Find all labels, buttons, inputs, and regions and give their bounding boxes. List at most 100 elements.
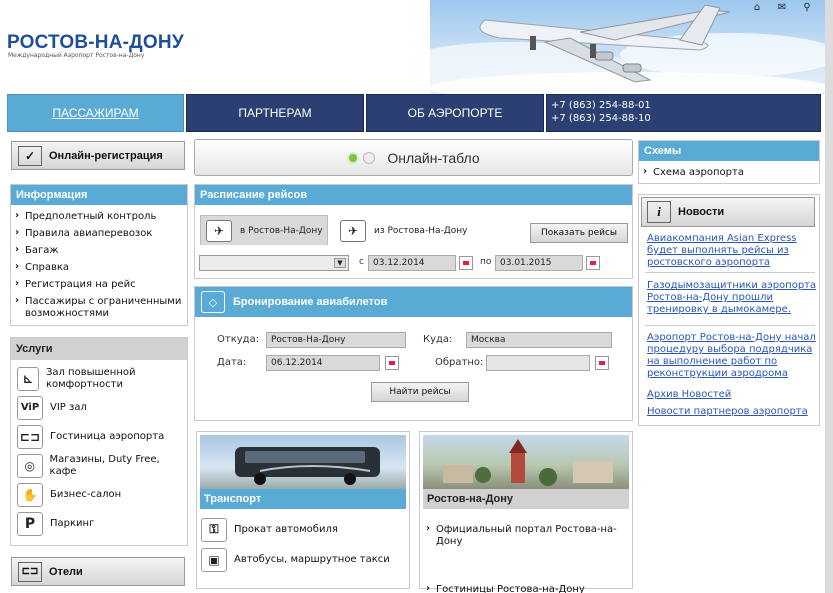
- schemes-title: Схемы: [639, 141, 819, 161]
- chevron-down-icon: ▼: [334, 258, 346, 268]
- transport-item-label: Автобусы, маршрутное такси: [234, 553, 390, 565]
- schedule-title: Расписание рейсов: [195, 185, 632, 205]
- service-parking[interactable]: P Паркинг: [11, 509, 187, 538]
- service-hotel[interactable]: ⊏⊐ Гостиница аэропорта: [11, 422, 187, 451]
- service-label: VIP зал: [50, 401, 87, 413]
- tab-departures-label: из Ростова-На-Дону: [374, 226, 468, 236]
- date-from-prefix: с: [359, 257, 364, 267]
- bus-icon: ▣: [201, 547, 227, 572]
- header-banner: [430, 0, 825, 94]
- return-input[interactable]: [486, 355, 590, 371]
- mail-icon[interactable]: ✉: [775, 2, 789, 14]
- divider: [645, 272, 815, 273]
- nav-partners[interactable]: ПАРТНЕРАМ: [186, 94, 364, 132]
- date-from-input[interactable]: 03.12.2014: [368, 255, 456, 271]
- city-title: Ростов-на-Дону: [423, 489, 629, 509]
- contact-phones: +7 (863) 254-88-01 +7 (863) 254-88-10: [546, 94, 821, 132]
- tab-arrivals[interactable]: ✈ в Ростов-На-Дону: [200, 215, 328, 245]
- city-link-hotels[interactable]: Гостиницы Ростова-на-Дону: [422, 583, 634, 593]
- date-to-prefix: по: [480, 257, 492, 267]
- logo-title[interactable]: РОСТОВ-НА-ДОНУ: [7, 32, 184, 54]
- info-icon: i: [647, 201, 671, 223]
- transport-item-bus[interactable]: ▣ Автобусы, маршрутное такси: [197, 545, 390, 574]
- calendar-icon[interactable]: [595, 356, 609, 370]
- scrollbar-track[interactable]: [825, 0, 833, 593]
- schemes-panel: Схемы Схема аэропорта: [638, 140, 820, 184]
- home-icon[interactable]: ⌂: [750, 2, 764, 14]
- seat-icon: ⊾: [17, 366, 39, 391]
- info-item-baggage[interactable]: Багаж: [11, 244, 187, 257]
- city-image: [443, 439, 613, 486]
- info-title: Информация: [11, 185, 187, 205]
- bus-image: [235, 447, 380, 485]
- show-flights-button[interactable]: Показать рейсы: [530, 223, 628, 243]
- news-item[interactable]: Газодымозащитники аэропорта Ростов-на-До…: [647, 280, 817, 316]
- service-vip[interactable]: ViP VIP зал: [11, 393, 187, 422]
- hotels-button[interactable]: ⊏⊐ Отели: [11, 557, 185, 586]
- arrival-plane-icon: ✈: [206, 219, 232, 242]
- date-to-input[interactable]: 03.01.2015: [495, 255, 583, 271]
- sitemap-icon[interactable]: ⚲: [800, 2, 814, 14]
- news-panel: i Новости Авиакомпания Asian Express буд…: [638, 194, 820, 426]
- news-item[interactable]: Аэропорт Ростов-на-Дону начал процедуру …: [647, 332, 817, 380]
- online-checkin-button[interactable]: ✓ Онлайн-регистрация: [11, 141, 185, 170]
- find-flights-button[interactable]: Найти рейсы: [371, 382, 469, 402]
- city-photo: [423, 435, 629, 489]
- board-label: Онлайн-табло: [387, 149, 480, 166]
- service-shops[interactable]: ◎ Магазины, Duty Free, кафе: [11, 451, 187, 480]
- from-input[interactable]: Ростов-На-Дону: [266, 332, 406, 348]
- info-item-rules[interactable]: Правила авиаперевозок: [11, 227, 187, 240]
- service-label: Паркинг: [50, 517, 95, 529]
- status-on-icon: [347, 151, 360, 164]
- city-panel: Ростов-на-Дону Официальный портал Ростов…: [419, 431, 634, 593]
- phone-1: +7 (863) 254-88-01: [551, 100, 651, 111]
- checkin-label: Онлайн-регистрация: [49, 149, 163, 162]
- to-label: Куда:: [423, 334, 453, 345]
- bed-icon: ⊏⊐: [18, 561, 42, 582]
- from-label: Откуда:: [217, 334, 260, 345]
- phone-2: +7 (863) 254-88-10: [551, 113, 651, 124]
- transport-title: Транспорт: [200, 489, 406, 509]
- info-item-reduced-mobility[interactable]: Пассажиры с ограниченными возможностями: [11, 295, 187, 320]
- info-item-checkin[interactable]: Регистрация на рейс: [11, 278, 187, 291]
- hotels-label: Отели: [49, 565, 83, 578]
- schedule-panel: Расписание рейсов ✈ в Ростов-На-Дону ✈ и…: [194, 184, 633, 279]
- airplane-illustration: [430, 4, 825, 94]
- online-board-button[interactable]: Онлайн-табло: [194, 139, 633, 176]
- info-list: Предполетный контроль Правила авиаперево…: [11, 205, 187, 320]
- booking-title: Бронирование авиабилетов: [233, 296, 388, 308]
- service-comfort-lounge[interactable]: ⊾ Зал повышенной комфортности: [11, 364, 187, 393]
- calendar-icon[interactable]: [459, 256, 473, 270]
- info-item-help[interactable]: Справка: [11, 261, 187, 274]
- bus-photo: [200, 435, 406, 489]
- logo-subtitle: Международный Аэропорт Ростов-на-Дону: [8, 52, 145, 59]
- vip-icon: ViP: [17, 395, 43, 420]
- car-key-icon: ⚿: [201, 517, 227, 542]
- direction-select[interactable]: ▼: [199, 255, 349, 271]
- city-link-portal[interactable]: Официальный портал Ростова-на-Дону: [422, 523, 634, 548]
- service-business-lounge[interactable]: ✋ Бизнес-салон: [11, 480, 187, 509]
- bed-icon: ⊏⊐: [17, 424, 43, 449]
- calendar-icon[interactable]: [586, 256, 600, 270]
- return-label: Обратно:: [435, 357, 484, 368]
- news-archive-link[interactable]: Архив Новостей: [647, 389, 817, 401]
- divider: [645, 325, 815, 326]
- nav-passengers[interactable]: ПАССАЖИРАМ: [7, 94, 184, 132]
- service-label: Гостиница аэропорта: [50, 430, 165, 442]
- booking-panel: ◇ Бронирование авиабилетов Откуда: Росто…: [194, 286, 633, 421]
- transport-item-car-rental[interactable]: ⚿ Прокат автомобиля: [197, 515, 338, 544]
- info-item-security[interactable]: Предполетный контроль: [11, 210, 187, 223]
- services-panel: Услуги ⊾ Зал повышенной комфортности ViP…: [10, 337, 188, 546]
- to-input[interactable]: Москва: [466, 332, 612, 348]
- partners-news-link[interactable]: Новости партнеров аэропорта: [647, 406, 817, 418]
- calendar-icon[interactable]: [385, 356, 399, 370]
- nav-about[interactable]: ОБ АЭРОПОРТЕ: [366, 94, 544, 132]
- service-label: Зал повышенной комфортности: [45, 366, 136, 390]
- scheme-airport-link[interactable]: Схема аэропорта: [639, 166, 819, 179]
- transport-item-label: Прокат автомобиля: [234, 523, 338, 535]
- departure-plane-icon: ✈: [340, 220, 366, 242]
- tab-departures[interactable]: ✈ из Ростова-На-Дону: [340, 218, 480, 244]
- tab-arrivals-label: в Ростов-На-Дону: [240, 225, 323, 236]
- news-item[interactable]: Авиакомпания Asian Express будет выполня…: [647, 233, 817, 269]
- date-input[interactable]: 06.12.2014: [266, 355, 380, 371]
